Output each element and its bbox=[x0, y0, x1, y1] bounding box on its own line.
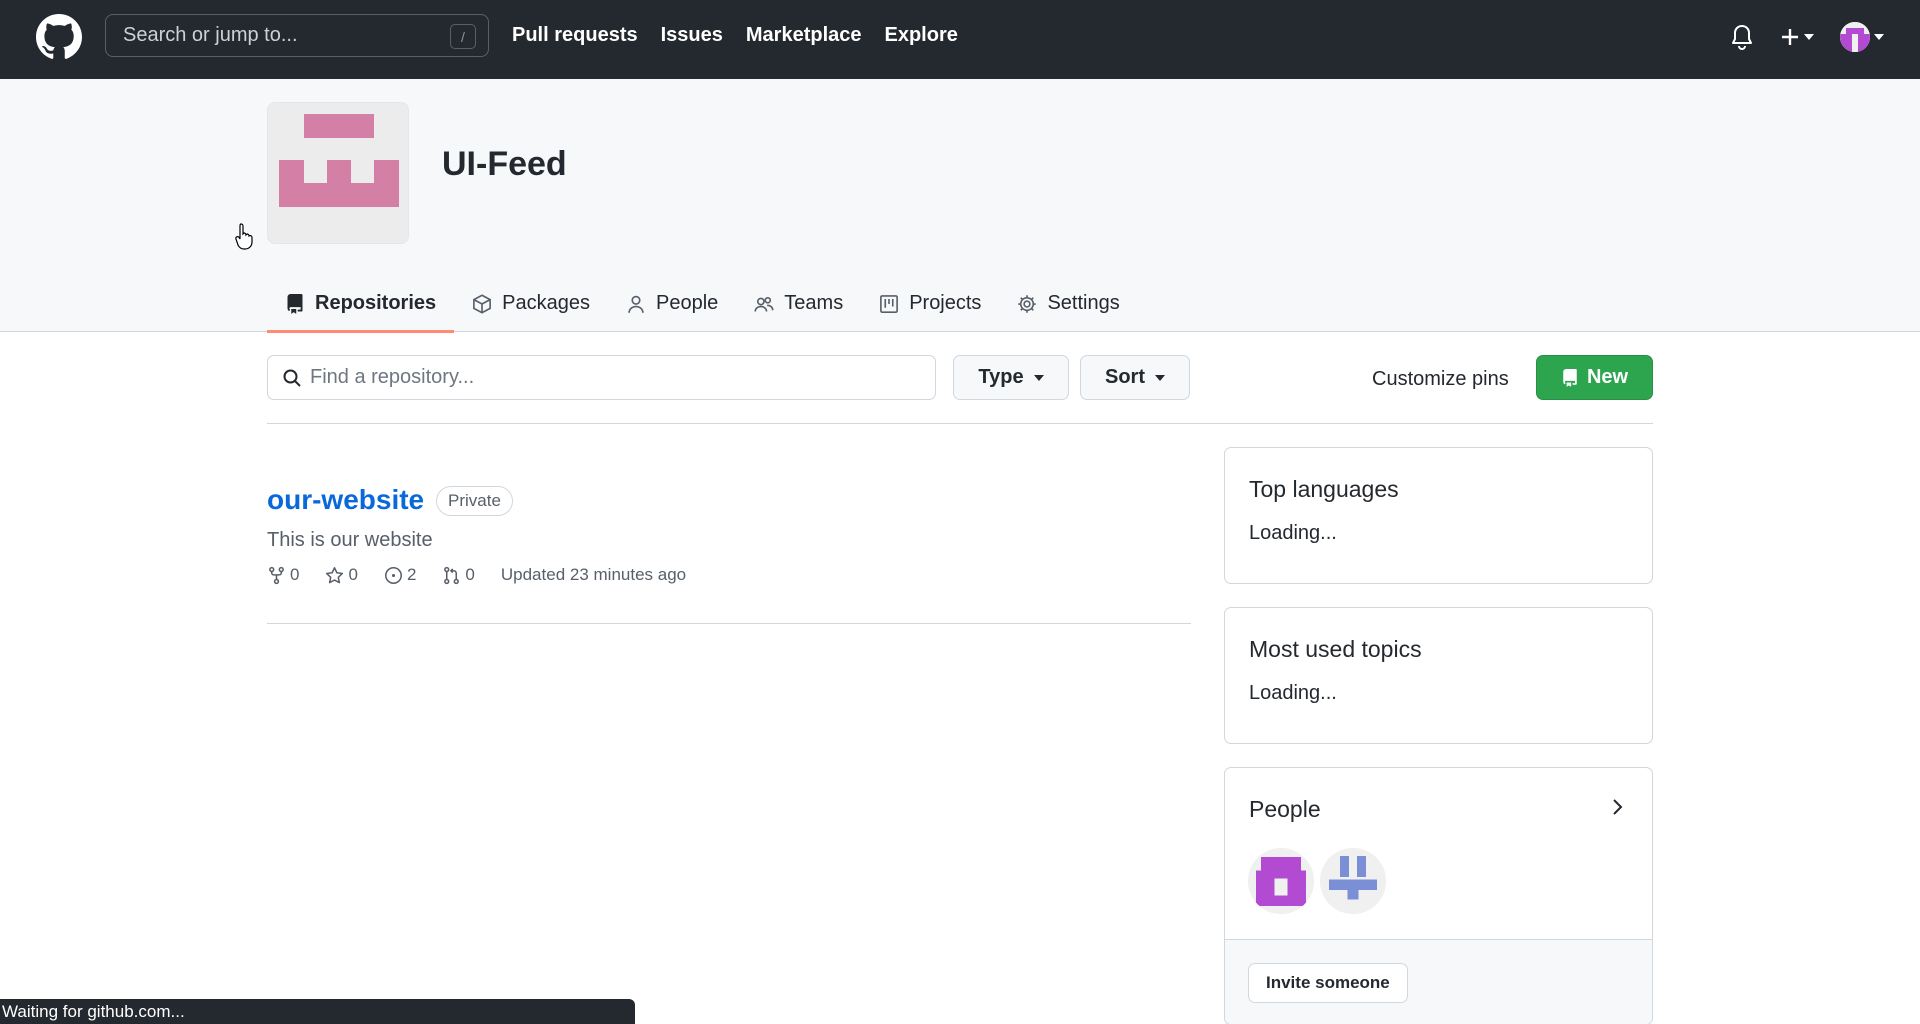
invite-someone-button[interactable]: Invite someone bbox=[1248, 963, 1408, 1003]
tab-packages[interactable]: Packages bbox=[454, 275, 608, 332]
project-icon bbox=[880, 294, 899, 313]
person-icon bbox=[628, 295, 644, 313]
chevron-down-icon bbox=[1804, 34, 1814, 40]
pull-request-icon bbox=[444, 566, 460, 584]
pull-requests-value: 0 bbox=[465, 565, 475, 584]
chevron-right-icon[interactable] bbox=[1612, 798, 1624, 816]
forks-count[interactable]: 0 bbox=[267, 565, 299, 585]
person-avatar[interactable] bbox=[1248, 848, 1314, 914]
github-logo-icon[interactable] bbox=[36, 14, 82, 60]
repo-updated: Updated 23 minutes ago bbox=[500, 565, 687, 584]
person-avatar[interactable] bbox=[1320, 848, 1386, 914]
global-search-input[interactable]: Search or jump to... / bbox=[105, 14, 489, 57]
gear-icon bbox=[1018, 294, 1037, 313]
nav-issues[interactable]: Issues bbox=[661, 24, 723, 47]
issues-count[interactable]: 2 bbox=[384, 565, 416, 585]
customize-pins-link[interactable]: Customize pins bbox=[1372, 368, 1509, 391]
stars-count[interactable]: 0 bbox=[325, 565, 358, 585]
nav-explore[interactable]: Explore bbox=[885, 24, 958, 47]
chevron-down-icon bbox=[1155, 374, 1165, 381]
tab-people[interactable]: People bbox=[608, 275, 736, 332]
type-filter-label: Type bbox=[978, 366, 1024, 388]
global-header: Search or jump to... / Pull requests Iss… bbox=[0, 0, 1920, 79]
divider bbox=[267, 423, 1653, 424]
chevron-down-icon bbox=[1874, 34, 1884, 40]
tab-label: Packages bbox=[502, 292, 590, 314]
tab-label: People bbox=[656, 292, 719, 314]
sort-filter-label: Sort bbox=[1105, 366, 1145, 388]
tab-label: Repositories bbox=[315, 292, 437, 314]
user-menu-dropdown[interactable] bbox=[1840, 22, 1884, 52]
stars-value: 0 bbox=[348, 565, 358, 584]
top-languages-status: Loading... bbox=[1249, 522, 1337, 544]
search-icon bbox=[283, 369, 301, 387]
type-filter-button[interactable]: Type bbox=[953, 355, 1069, 400]
tab-label: Settings bbox=[1047, 292, 1120, 314]
tab-repositories[interactable]: Repositories bbox=[267, 275, 455, 333]
search-placeholder: Search or jump to... bbox=[123, 24, 298, 46]
user-avatar bbox=[1840, 22, 1870, 52]
fork-icon bbox=[269, 566, 284, 584]
tab-teams[interactable]: Teams bbox=[736, 275, 861, 332]
repo-icon bbox=[1563, 368, 1577, 387]
repo-meta: 0 0 2 0 Updated 23 minutes ago bbox=[267, 565, 686, 585]
tab-label: Projects bbox=[909, 292, 982, 314]
search-shortcut-key: / bbox=[450, 24, 476, 49]
issues-value: 2 bbox=[406, 565, 417, 584]
nav-marketplace[interactable]: Marketplace bbox=[746, 24, 862, 47]
visibility-badge: Private bbox=[436, 486, 513, 516]
sort-filter-button[interactable]: Sort bbox=[1080, 355, 1190, 400]
create-new-dropdown[interactable] bbox=[1780, 27, 1814, 47]
tab-label: Teams bbox=[784, 292, 844, 314]
issue-icon bbox=[384, 566, 402, 584]
people-title[interactable]: People bbox=[1249, 796, 1321, 823]
browser-status-bar: Waiting for github.com... bbox=[0, 999, 635, 1024]
header-actions bbox=[1730, 22, 1884, 52]
repo-description: This is our website bbox=[267, 529, 433, 551]
org-avatar bbox=[267, 102, 409, 244]
repo-name-link[interactable]: our-website bbox=[267, 484, 424, 516]
people-box: People Invite someone bbox=[1224, 767, 1653, 1024]
find-repository-placeholder: Find a repository... bbox=[310, 366, 475, 388]
star-icon bbox=[326, 566, 344, 583]
pull-requests-count[interactable]: 0 bbox=[442, 565, 475, 585]
global-nav: Pull requests Issues Marketplace Explore bbox=[512, 24, 981, 47]
top-languages-title: Top languages bbox=[1249, 476, 1399, 502]
topics-status: Loading... bbox=[1249, 682, 1337, 704]
most-used-topics-box: Most used topics Loading... bbox=[1224, 607, 1653, 744]
org-header: UI-Feed Repositories Packages People Tea… bbox=[0, 79, 1920, 333]
nav-pull-requests[interactable]: Pull requests bbox=[512, 24, 638, 47]
tab-settings[interactable]: Settings bbox=[999, 275, 1137, 332]
find-repository-input[interactable]: Find a repository... bbox=[267, 355, 936, 400]
org-tabs: Repositories Packages People Teams Proje… bbox=[267, 275, 1138, 333]
forks-value: 0 bbox=[290, 565, 300, 584]
org-name: UI-Feed bbox=[442, 145, 567, 183]
topics-title: Most used topics bbox=[1249, 636, 1422, 662]
package-icon bbox=[473, 293, 492, 314]
people-footer: Invite someone bbox=[1225, 939, 1652, 1024]
people-icon bbox=[754, 296, 774, 312]
notifications-bell-icon[interactable] bbox=[1730, 24, 1754, 50]
top-languages-box: Top languages Loading... bbox=[1224, 447, 1653, 584]
tab-projects[interactable]: Projects bbox=[861, 275, 999, 332]
plus-icon bbox=[1782, 29, 1798, 45]
chevron-down-icon bbox=[1033, 374, 1044, 381]
new-button-label: New bbox=[1586, 366, 1629, 388]
hand-cursor-icon bbox=[235, 223, 253, 250]
repo-icon bbox=[287, 293, 303, 314]
new-repository-button[interactable]: New bbox=[1536, 355, 1653, 400]
divider bbox=[267, 623, 1191, 624]
